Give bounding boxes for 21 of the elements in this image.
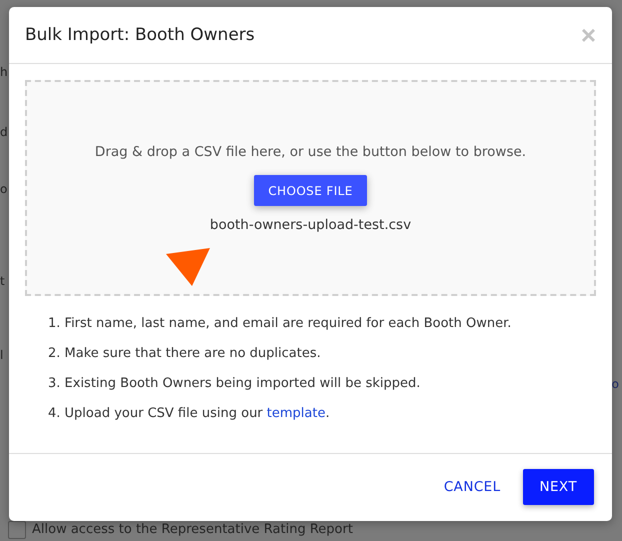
triangle-icon (166, 248, 210, 286)
instruction-text: 2. Make sure that there are no duplicates. (48, 346, 322, 363)
instruction-text: 1. First name, last name, and email are required for each Booth Owner. (48, 316, 512, 333)
background-text: d (0, 125, 8, 139)
background-text: t (0, 274, 5, 288)
cancel-button[interactable]: CANCEL (442, 478, 502, 494)
checkbox[interactable] (8, 521, 26, 539)
instruction-text: 4. Upload your CSV file using our template. (48, 406, 331, 423)
template-link[interactable]: template (266, 406, 326, 421)
background-text: l (0, 348, 4, 362)
instruction-text: 3. Existing Booth Owners being imported will be skipped. (48, 376, 422, 393)
background-text: h (0, 65, 8, 79)
checkbox-label: Allow access to the Representative Rating Report (32, 522, 353, 538)
drop-prompt: Drag & drop a CSV file here, or use the button below to browse. (94, 144, 526, 160)
next-button[interactable]: NEXT (522, 468, 594, 504)
background-text: o (0, 182, 8, 196)
file-name: booth-owners-upload-test.csv (210, 217, 412, 233)
dialog-title: Bulk Import: Booth Owners (25, 25, 255, 45)
drop-zone[interactable]: Drag & drop a CSV file here, or use the button below to browse. CHOOSE FILE booth-owners-upload-test.csv (25, 80, 596, 296)
background-text: o (612, 377, 619, 393)
choose-file-button[interactable]: CHOOSE FILE (254, 175, 367, 206)
